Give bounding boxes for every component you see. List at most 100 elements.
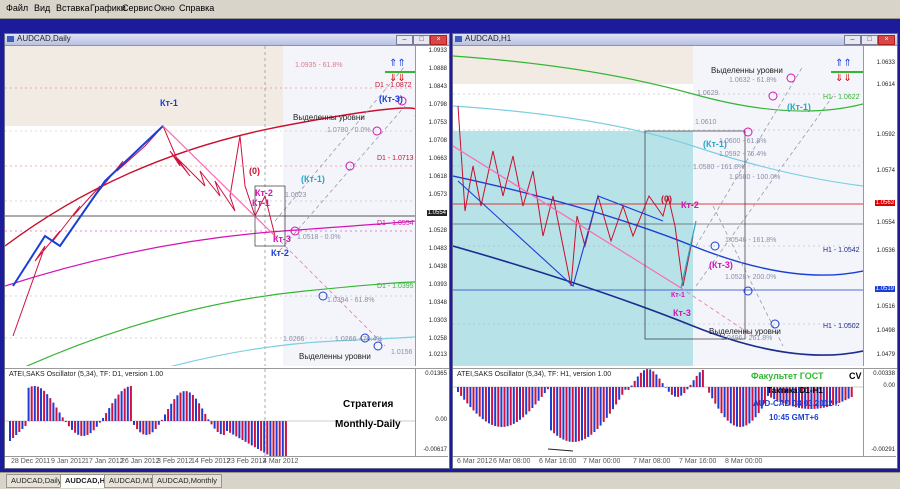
- oscillator-bar: [590, 387, 593, 435]
- oscillator-bar: [49, 398, 52, 421]
- selected-levels-daily-1: Выделенны уровни: [293, 113, 365, 122]
- close-button[interactable]: ×: [878, 35, 895, 45]
- oscillator-bar: [469, 387, 472, 408]
- oscillator-bar: [89, 421, 92, 434]
- price-tick: 1.0843: [428, 84, 447, 90]
- oscillator-daily-canvas: [5, 369, 415, 457]
- maximize-button[interactable]: □: [413, 35, 430, 45]
- oscillator-bar: [841, 387, 844, 402]
- oscillator-bar: [509, 387, 512, 426]
- oscillator-bar: [664, 387, 667, 388]
- label-zero-h1: (0): [661, 194, 672, 204]
- price-tick: 1.0516: [876, 304, 895, 310]
- oscillator-bar: [185, 391, 188, 421]
- price-tick: 1.0592: [876, 132, 895, 138]
- oscillator-bar: [562, 387, 565, 440]
- oscillator-bar: [748, 387, 751, 424]
- oscillator-bar: [484, 387, 487, 422]
- level-l1-daily: 1.0935 - 61.8%: [295, 62, 343, 69]
- price-tick: 1.0213: [428, 352, 447, 358]
- selected-levels-h1-1: Выделенны уровни: [711, 66, 783, 75]
- oscillator-bar: [284, 421, 287, 457]
- oscillator-bar: [636, 376, 639, 387]
- oscillator-bar: [151, 421, 154, 433]
- oscillator-bar: [154, 421, 157, 430]
- oscillator-bar: [129, 386, 132, 421]
- oscillator-bar: [191, 395, 194, 421]
- oscillator-bar: [74, 421, 77, 433]
- osc-tick: -0.00291: [871, 447, 895, 453]
- level-l12-daily: 1.0156: [391, 349, 413, 356]
- minimize-button[interactable]: –: [396, 35, 413, 45]
- oscillator-bar: [546, 387, 549, 390]
- price-tick: 1.0483: [428, 246, 447, 252]
- chart-tab-bar: AUDCAD,Daily AUDCAD,H1 AUDCAD,M15 AUDCAD…: [0, 472, 900, 489]
- menu-insert[interactable]: Вставка: [56, 3, 89, 13]
- maximize-button[interactable]: □: [861, 35, 878, 45]
- oscillator-bar: [71, 421, 73, 430]
- oscillator-bar: [556, 387, 559, 436]
- oscillator-bar: [111, 403, 114, 421]
- oscillator-bar: [481, 387, 484, 420]
- oscillator-bar: [494, 387, 497, 427]
- menu-help[interactable]: Справка: [179, 3, 214, 13]
- oscillator-bar: [488, 387, 490, 424]
- close-button[interactable]: ×: [430, 35, 447, 45]
- price-tick: 1.0554: [876, 220, 895, 226]
- oscillator-bar: [170, 403, 173, 421]
- oscillator-bar: [457, 387, 459, 392]
- label-kt2-daily: Кт-2: [255, 188, 273, 198]
- oscillator-daily[interactable]: ATEI,SAKS Oscillator (5,34), TF: D1, ver…: [5, 368, 415, 457]
- strategy-label: Стратегия: [343, 399, 394, 410]
- tab-audcad-monthly[interactable]: AUDCAD,Monthly: [152, 474, 223, 488]
- oscillator-bar: [612, 387, 614, 410]
- oscillator-bar: [145, 421, 148, 435]
- oscillator-h1-title: ATEI,SAKS Oscillator (5,34), TF: H1, ver…: [457, 371, 612, 378]
- price-chart-h1[interactable]: (Кт-1) (Кт-1) Кт-1 Кт-2 (Кт-3) Кт-3 (0) …: [453, 46, 863, 366]
- menu-bar: Файл Вид Вставка Графики Сервис Окно Спр…: [0, 0, 900, 19]
- menu-view[interactable]: Вид: [34, 3, 50, 13]
- oscillator-bar: [624, 387, 627, 390]
- time-axis-daily: 28 Dec 2011 9 Jan 2012 17 Jan 2012 26 Ja…: [5, 456, 448, 468]
- menu-window[interactable]: Окно: [154, 3, 175, 13]
- level-l4-h1: 1.0610: [695, 119, 717, 126]
- level-l12-h1: H1 - 1.0502: [823, 323, 860, 330]
- menu-file[interactable]: Файл: [6, 3, 28, 13]
- oscillator-axis-daily: 0.01365 0.00 -0.00617: [415, 368, 449, 457]
- oscillator-bar: [108, 408, 111, 421]
- oscillator-bar: [692, 380, 695, 387]
- oscillator-bar: [126, 386, 129, 421]
- chart-window-daily-titlebar[interactable]: AUDCAD,Daily – □ ×: [5, 34, 449, 46]
- chart-window-h1-titlebar[interactable]: AUDCAD,H1 – □ ×: [453, 34, 897, 46]
- label-kt1c-daily: Кт-1: [252, 198, 270, 208]
- oscillator-bar: [466, 387, 469, 404]
- time-tick: 7 Mar 00:00: [583, 458, 621, 465]
- oscillator-bar: [229, 421, 232, 433]
- level-l7-daily: 1.0518 - 0.0%: [297, 234, 341, 241]
- oscillator-bar: [736, 387, 738, 427]
- level-l9-h1: 1.0546 - 161.8%: [725, 237, 777, 244]
- price-axis-daily: 1.0933 1.0888 1.0843 1.0798 1.0753 1.070…: [415, 46, 449, 366]
- minimize-button[interactable]: –: [844, 35, 861, 45]
- oscillator-bar: [717, 387, 720, 409]
- oscillator-bar: [599, 387, 602, 426]
- price-tick: 1.0798: [428, 102, 447, 108]
- oscillator-bar: [179, 392, 182, 421]
- menu-charts[interactable]: Графики: [90, 3, 126, 13]
- oscillator-bar: [643, 370, 645, 387]
- oscillator-bar: [742, 387, 745, 427]
- oscillator-bar: [95, 421, 98, 427]
- oscillator-bar: [472, 387, 475, 411]
- oscillator-bar: [182, 391, 185, 421]
- oscillator-bar: [250, 421, 253, 446]
- menu-service[interactable]: Сервис: [122, 3, 153, 13]
- price-chart-daily[interactable]: Кт-1 (Кт-1) Кт-1 Кт-2 Кт-2 (Кт-3) Кт-3 (…: [5, 46, 415, 366]
- oscillator-bar: [117, 394, 120, 421]
- selected-levels-h1-2: Выделенны уровни: [709, 327, 781, 336]
- tab-audcad-daily[interactable]: AUDCAD,Daily: [6, 474, 67, 488]
- faculty-label: Факультет ГОСТ: [751, 371, 824, 381]
- chart-window-h1: AUDCAD,H1 – □ × (Кт-1) (Кт-1) Кт-1 Кт-2 …: [452, 33, 898, 469]
- chart-window-daily: AUDCAD,Daily – □ × Кт-1 (Кт-1) Кт-1 Кт-2…: [4, 33, 450, 469]
- oscillator-bar: [667, 387, 670, 392]
- oscillator-h1[interactable]: ATEI,SAKS Oscillator (5,34), TF: H1, ver…: [453, 368, 863, 457]
